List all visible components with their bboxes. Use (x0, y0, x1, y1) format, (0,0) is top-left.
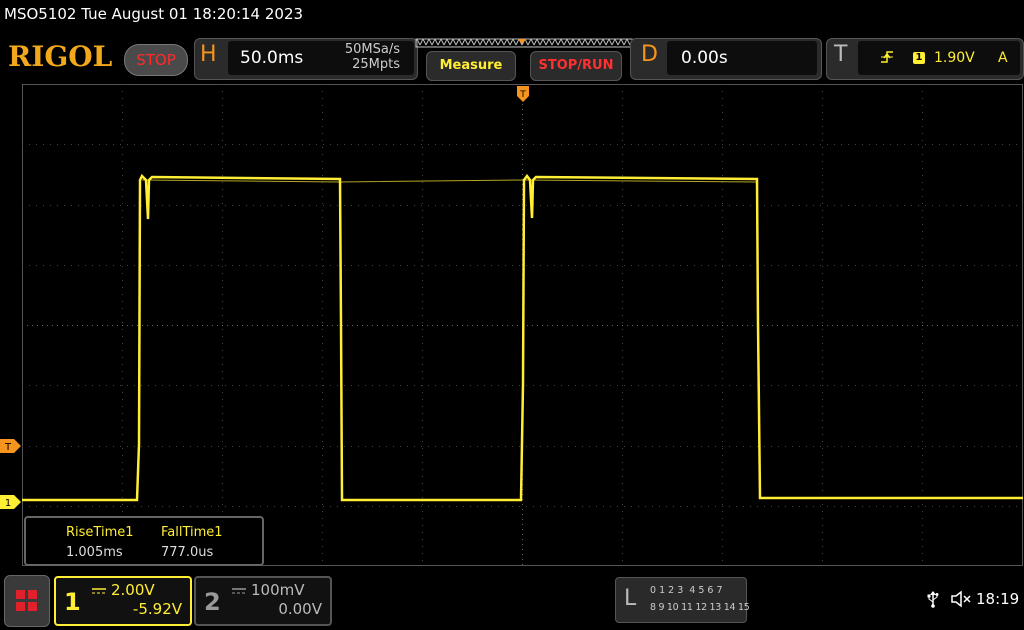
channel-1-scale: 2.00V (111, 581, 155, 599)
trigger-source-badge: 1 (913, 52, 925, 64)
logic-channels-row-2: 8 9 10 11 12 13 14 15 (650, 602, 750, 613)
trigger-level-marker[interactable]: T (0, 438, 22, 454)
trigger-level: 1.90V (934, 50, 975, 66)
dc-coupling-icon (92, 588, 106, 594)
ch1-ground-marker[interactable]: 1 (0, 494, 22, 510)
window-title: MSO5102 Tue August 01 18:20:14 2023 (4, 5, 304, 23)
usb-icon (927, 591, 939, 608)
channel-1-number: 1 (64, 588, 81, 616)
trigger-level-marker-label: T (4, 442, 12, 453)
logic-channels-row-1: 0 1 2 3 4 5 6 7 (650, 585, 723, 596)
rise-time-value: 1.005ms (66, 545, 123, 560)
measure-button-label: Measure (439, 58, 503, 73)
trigger-mode: A (998, 50, 1008, 66)
logic-analyzer-panel[interactable]: L 0 1 2 3 4 5 6 7 8 9 10 11 12 13 14 15 (615, 577, 750, 623)
channel-2-number: 2 (204, 588, 221, 616)
measure-button[interactable]: Measure (426, 51, 516, 81)
speaker-muted-icon[interactable] (950, 590, 972, 608)
run-state-badge[interactable]: STOP (124, 44, 188, 76)
rising-edge-icon (880, 49, 894, 69)
channel-2-panel[interactable]: 2 100mV 0.00V (194, 576, 332, 626)
dc-coupling-icon (232, 588, 246, 594)
fall-time-label: FallTime1 (161, 525, 223, 540)
ch1-ground-marker-label: 1 (5, 498, 11, 509)
ch1-waveform-noise (141, 179, 758, 183)
rigol-logo: RIGOL (8, 40, 113, 73)
main-menu-button[interactable] (4, 575, 50, 627)
trigger-label: T (834, 42, 848, 67)
delay-value: 0.00s (681, 48, 728, 68)
status-clock: 18:19 (976, 590, 1020, 608)
trigger-position-label: T (519, 90, 526, 100)
menu-grid-icon (16, 590, 37, 611)
channel-2-offset: 0.00V (278, 600, 322, 618)
sample-rate: 50MSa/s (344, 42, 400, 57)
stop-run-button-label: STOP/RUN (538, 58, 614, 73)
run-state-label: STOP (136, 51, 176, 69)
timebase-value: 50.0ms (240, 48, 304, 68)
channel-1-panel[interactable]: 1 2.00V -5.92V (54, 576, 192, 626)
channel-2-scale: 100mV (251, 581, 305, 599)
fall-time-value: 777.0us (161, 545, 214, 560)
measurement-panel[interactable]: RiseTime1 FallTime1 1.005ms 777.0us (24, 516, 264, 566)
stop-run-button[interactable]: STOP/RUN (530, 51, 622, 81)
waveform-display[interactable] (22, 84, 1023, 566)
rise-time-label: RiseTime1 (66, 525, 134, 540)
horizontal-label: H (200, 42, 217, 67)
delay-label: D (641, 42, 658, 67)
memory-position-bar[interactable] (414, 38, 634, 48)
trigger-position-marker[interactable]: T (516, 86, 530, 108)
logic-label: L (624, 586, 637, 611)
memory-depth: 25Mpts (352, 57, 400, 72)
sample-info: 50MSa/s 25Mpts (330, 42, 400, 72)
channel-1-offset: -5.92V (132, 600, 182, 618)
